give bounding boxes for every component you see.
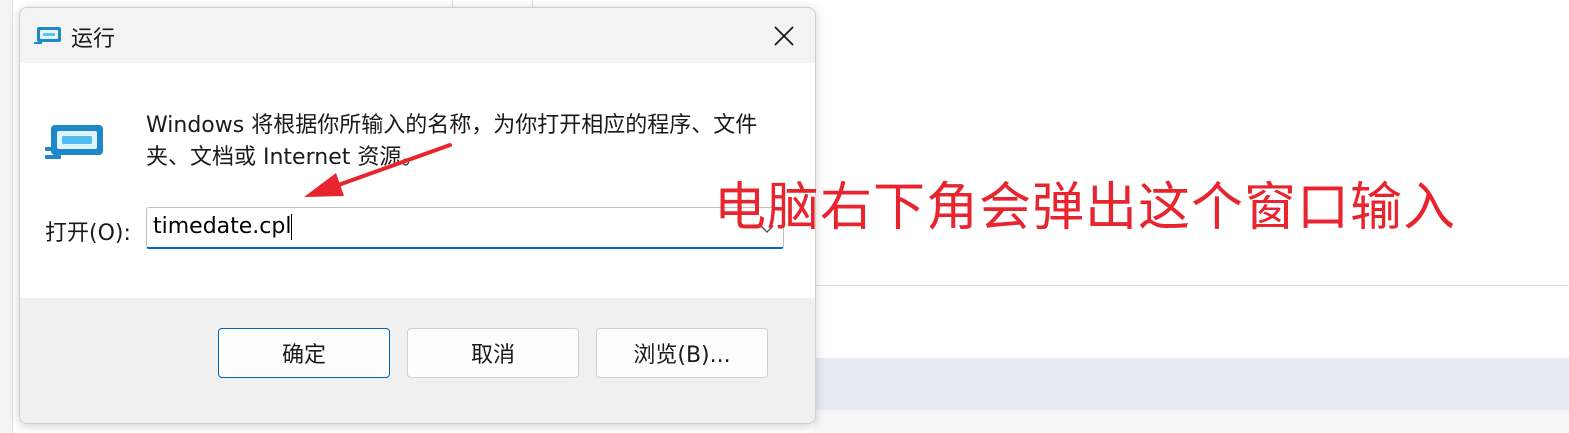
- close-icon: [774, 26, 794, 46]
- text-caret: [291, 214, 293, 240]
- run-app-icon: [45, 125, 103, 159]
- background-panel: [814, 410, 1569, 433]
- run-icon: [34, 27, 61, 44]
- background-selected-row: [814, 358, 1569, 410]
- open-input-value: timedate.cpl: [153, 214, 292, 239]
- annotation-text: 电脑右下角会弹出这个窗口输入: [714, 178, 1457, 238]
- open-input[interactable]: timedate.cpl: [153, 214, 753, 242]
- dialog-title: 运行: [71, 27, 116, 52]
- ok-button[interactable]: 确定: [218, 328, 390, 378]
- background-window-edge: [0, 0, 13, 433]
- title-bar: 运行: [20, 8, 815, 63]
- cancel-button[interactable]: 取消: [407, 328, 579, 378]
- background-divider: [814, 285, 1569, 286]
- browse-button[interactable]: 浏览(B)...: [596, 328, 768, 378]
- open-label: 打开(O):: [45, 221, 131, 246]
- close-button[interactable]: [762, 14, 806, 58]
- open-combobox[interactable]: timedate.cpl: [146, 207, 784, 249]
- annotation-arrow: [304, 143, 452, 197]
